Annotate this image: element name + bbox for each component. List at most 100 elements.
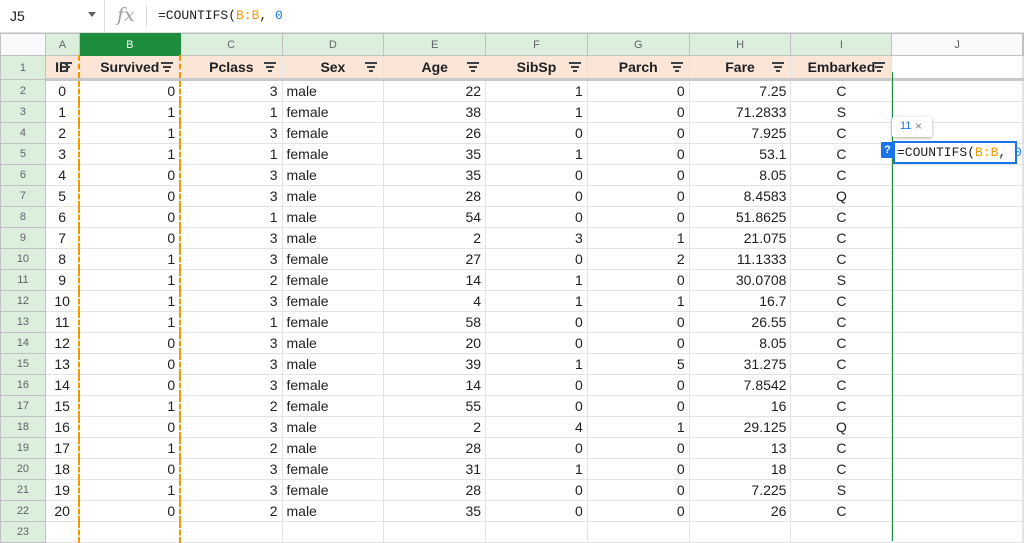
cell[interactable]: 58 <box>383 311 487 333</box>
cell[interactable]: 39 <box>383 353 487 375</box>
cell[interactable]: 0 <box>78 164 182 186</box>
cell[interactable]: 3 <box>179 227 283 249</box>
field-header-sibsp[interactable]: SibSp <box>485 55 588 81</box>
row-header[interactable]: 4 <box>0 122 46 144</box>
cell[interactable]: 1 <box>78 101 182 123</box>
cell[interactable]: 0 <box>586 206 690 228</box>
cell[interactable]: male <box>281 227 385 249</box>
cell[interactable]: female <box>281 122 385 144</box>
column-header-h[interactable]: H <box>688 33 792 56</box>
row-header[interactable]: 2 <box>0 79 46 102</box>
cell[interactable]: 26 <box>688 500 792 522</box>
cell[interactable]: 38 <box>383 101 487 123</box>
cell[interactable]: 6 <box>44 206 80 228</box>
cell[interactable] <box>1022 143 1024 165</box>
filter-icon[interactable] <box>568 62 581 72</box>
cell[interactable]: 1 <box>78 143 182 165</box>
cell[interactable]: 16 <box>44 416 80 438</box>
cell[interactable] <box>78 521 182 543</box>
cell[interactable]: 16.7 <box>688 290 792 312</box>
row-header[interactable]: 22 <box>0 500 46 522</box>
cell[interactable] <box>1022 332 1024 354</box>
cell[interactable]: 4 <box>44 164 80 186</box>
cell[interactable]: male <box>281 500 385 522</box>
cell[interactable]: 16 <box>688 395 792 417</box>
cell[interactable] <box>891 458 1023 480</box>
cell[interactable]: 20 <box>44 500 80 522</box>
cell[interactable]: 0 <box>78 500 182 522</box>
cell[interactable]: C <box>790 206 893 228</box>
cell[interactable]: 0 <box>78 206 182 228</box>
cell[interactable]: 2 <box>179 269 283 291</box>
cell[interactable]: 14 <box>44 374 80 396</box>
filter-icon[interactable] <box>467 62 480 72</box>
cell[interactable]: 3 <box>179 79 283 102</box>
cell-editor[interactable]: =COUNTIFS(B:B, 0 <box>893 141 1022 164</box>
cell[interactable]: male <box>281 437 385 459</box>
field-header-fare[interactable]: Fare <box>688 55 792 81</box>
cell[interactable]: 0 <box>485 500 588 522</box>
cell[interactable]: 1 <box>78 290 182 312</box>
cell[interactable]: male <box>281 206 385 228</box>
cell[interactable]: 0 <box>586 269 690 291</box>
cell[interactable]: 71.2833 <box>688 101 792 123</box>
cell[interactable]: 7.925 <box>688 122 792 144</box>
cell[interactable]: 3 <box>179 290 283 312</box>
cell[interactable]: 8.05 <box>688 332 792 354</box>
cell[interactable]: C <box>790 79 893 102</box>
cell[interactable]: 2 <box>586 248 690 270</box>
field-header-sex[interactable]: Sex <box>281 55 385 81</box>
cell[interactable]: 15 <box>44 395 80 417</box>
cell[interactable]: 0 <box>485 311 588 333</box>
cell[interactable]: 0 <box>485 248 588 270</box>
cell[interactable] <box>891 311 1023 333</box>
cell[interactable]: 1 <box>586 290 690 312</box>
cell[interactable]: 1 <box>179 143 283 165</box>
cell[interactable]: 2 <box>179 437 283 459</box>
column-header-i[interactable]: I <box>790 33 893 56</box>
cell[interactable] <box>44 521 80 543</box>
cell[interactable]: 20 <box>383 332 487 354</box>
cell[interactable]: female <box>281 458 385 480</box>
cell[interactable]: 0 <box>78 374 182 396</box>
cell[interactable] <box>179 521 283 543</box>
cell[interactable]: 0 <box>586 185 690 207</box>
cell[interactable]: 7.8542 <box>688 374 792 396</box>
cell[interactable] <box>891 185 1023 207</box>
cell[interactable]: 21.075 <box>688 227 792 249</box>
cell[interactable]: S <box>790 101 893 123</box>
cell[interactable] <box>1022 416 1024 438</box>
cell[interactable]: C <box>790 290 893 312</box>
cell[interactable]: 0 <box>485 164 588 186</box>
row-header[interactable]: 19 <box>0 437 46 459</box>
cell[interactable]: 1 <box>179 101 283 123</box>
cell[interactable]: 12 <box>44 332 80 354</box>
cell[interactable]: 1 <box>586 416 690 438</box>
row-header[interactable]: 3 <box>0 101 46 123</box>
cell[interactable]: 1 <box>485 143 588 165</box>
cell[interactable]: C <box>790 374 893 396</box>
cell[interactable]: 1 <box>78 248 182 270</box>
cell[interactable] <box>1022 353 1024 375</box>
cell[interactable]: Q <box>790 185 893 207</box>
cell[interactable]: 1 <box>78 311 182 333</box>
cell[interactable]: C <box>790 122 893 144</box>
cell[interactable]: C <box>790 311 893 333</box>
cell[interactable]: 3 <box>179 374 283 396</box>
cell[interactable]: S <box>790 479 893 501</box>
cell[interactable]: 0 <box>586 143 690 165</box>
cell[interactable]: 0 <box>485 185 588 207</box>
cell[interactable]: 4 <box>485 416 588 438</box>
cell[interactable]: 2 <box>383 227 487 249</box>
cell[interactable] <box>1022 521 1024 543</box>
row-header[interactable]: 5 <box>0 143 46 165</box>
row-header[interactable]: 13 <box>0 311 46 333</box>
cell[interactable]: female <box>281 479 385 501</box>
cell[interactable]: 11.1333 <box>688 248 792 270</box>
autocomplete-hint[interactable]: 11 × <box>892 117 932 137</box>
cell[interactable]: male <box>281 353 385 375</box>
field-header-pclass[interactable]: Pclass <box>179 55 283 81</box>
column-header-b[interactable]: B <box>78 33 181 56</box>
cell[interactable]: 0 <box>78 185 182 207</box>
cell[interactable]: female <box>281 395 385 417</box>
